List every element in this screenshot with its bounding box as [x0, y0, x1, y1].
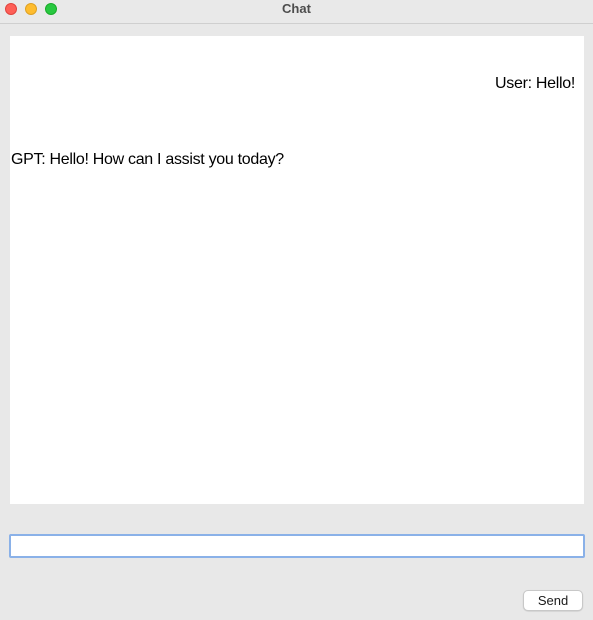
window-title: Chat	[282, 1, 311, 16]
chat-window: Chat User: Hello! GPT: Hello! How can I …	[0, 0, 593, 620]
message-input[interactable]	[9, 534, 585, 558]
user-message: User: Hello!	[495, 75, 575, 92]
chat-transcript[interactable]: User: Hello! GPT: Hello! How can I assis…	[10, 36, 584, 504]
send-button[interactable]: Send	[523, 590, 583, 611]
title-bar: Chat	[0, 0, 593, 24]
gpt-message: GPT: Hello! How can I assist you today?	[11, 151, 284, 168]
